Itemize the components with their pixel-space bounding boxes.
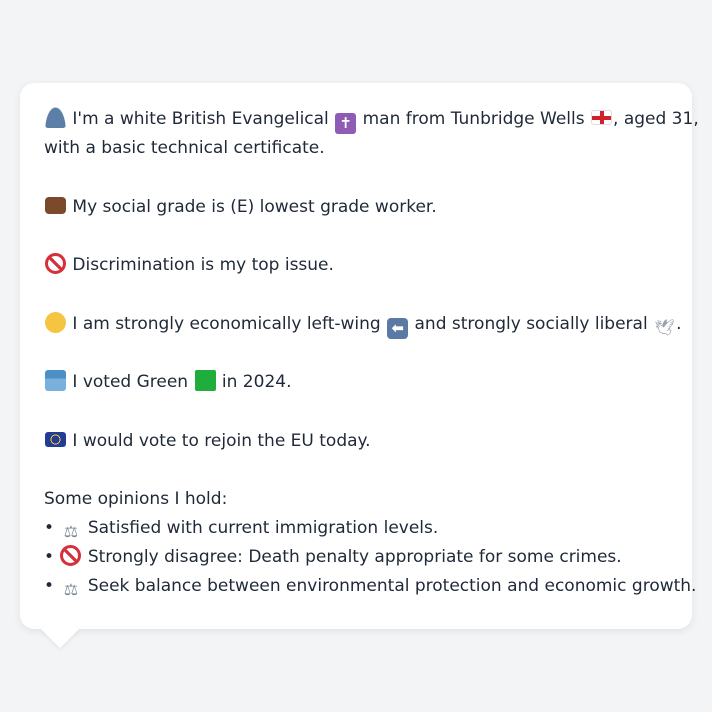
opinions-title: Some opinions I hold: — [44, 489, 228, 509]
intro-line-1: I'm a white British Evangelical ✝ man fr… — [44, 105, 699, 134]
eu-flag-icon — [45, 431, 66, 447]
vote-line: I voted Green in 2024. — [44, 368, 668, 397]
opinion-item: • Strongly disagree: Death penalty appro… — [44, 543, 668, 572]
speech-bubble-tail — [40, 628, 80, 648]
econ-text-c: . — [676, 313, 682, 334]
bullet: • — [44, 547, 55, 567]
briefcase-icon — [45, 196, 66, 214]
issue-line: Discrimination is my top issue. — [44, 251, 668, 280]
thinking-face-icon — [45, 311, 66, 333]
balance-scale-icon: ⚖ — [63, 522, 79, 541]
grade-line: My social grade is (E) lowest grade work… — [44, 193, 668, 222]
econ-text-a: I am strongly economically left-wing — [72, 313, 381, 334]
prohibited-icon — [45, 253, 66, 274]
ballot-box-icon — [45, 370, 66, 391]
vote-text-b: in 2024. — [221, 372, 292, 392]
intro-text-a: I'm a white British Evangelical — [72, 109, 329, 129]
opinion-item: • ⚖ Seek balance between environmental p… — [44, 572, 696, 601]
intro-text-b: man from Tunbridge Wells — [362, 109, 585, 129]
bullet: • — [44, 518, 55, 538]
opinion-text: Strongly disagree: Death penalty appropr… — [87, 547, 622, 567]
bullet: • — [44, 576, 55, 596]
opinion-text: Satisfied with current immigration level… — [87, 518, 439, 538]
eu-text: I would vote to rejoin the EU today. — [72, 430, 371, 451]
england-flag-icon — [591, 110, 613, 125]
issue-text: Discrimination is my top issue. — [72, 255, 334, 275]
ideology-line: I am strongly economically left-wing ⬅ a… — [44, 310, 682, 339]
opinion-text: Seek balance between environmental prote… — [87, 576, 697, 596]
opinion-item: • ⚖ Satisfied with current immigration l… — [44, 514, 668, 543]
left-arrow-icon: ⬅ — [387, 317, 409, 339]
econ-text-b: and strongly socially liberal — [414, 313, 648, 334]
grade-text: My social grade is (E) lowest grade work… — [72, 196, 437, 217]
intro-text-c: , aged 31, — [613, 109, 699, 129]
vote-text-a: I voted Green — [72, 372, 189, 392]
eu-line: I would vote to rejoin the EU today. — [44, 427, 668, 456]
message-card: I'm a white British Evangelical ✝ man fr… — [20, 83, 699, 629]
balance-scale-icon: ⚖ — [63, 580, 79, 599]
latin-cross-icon: ✝ — [335, 113, 357, 134]
intro-line-2: with a basic technical certificate. — [44, 138, 325, 158]
green-square-icon — [194, 370, 216, 391]
prohibited-icon — [60, 545, 82, 566]
person-icon — [45, 107, 66, 128]
dove-icon: 🕊 — [654, 317, 675, 337]
